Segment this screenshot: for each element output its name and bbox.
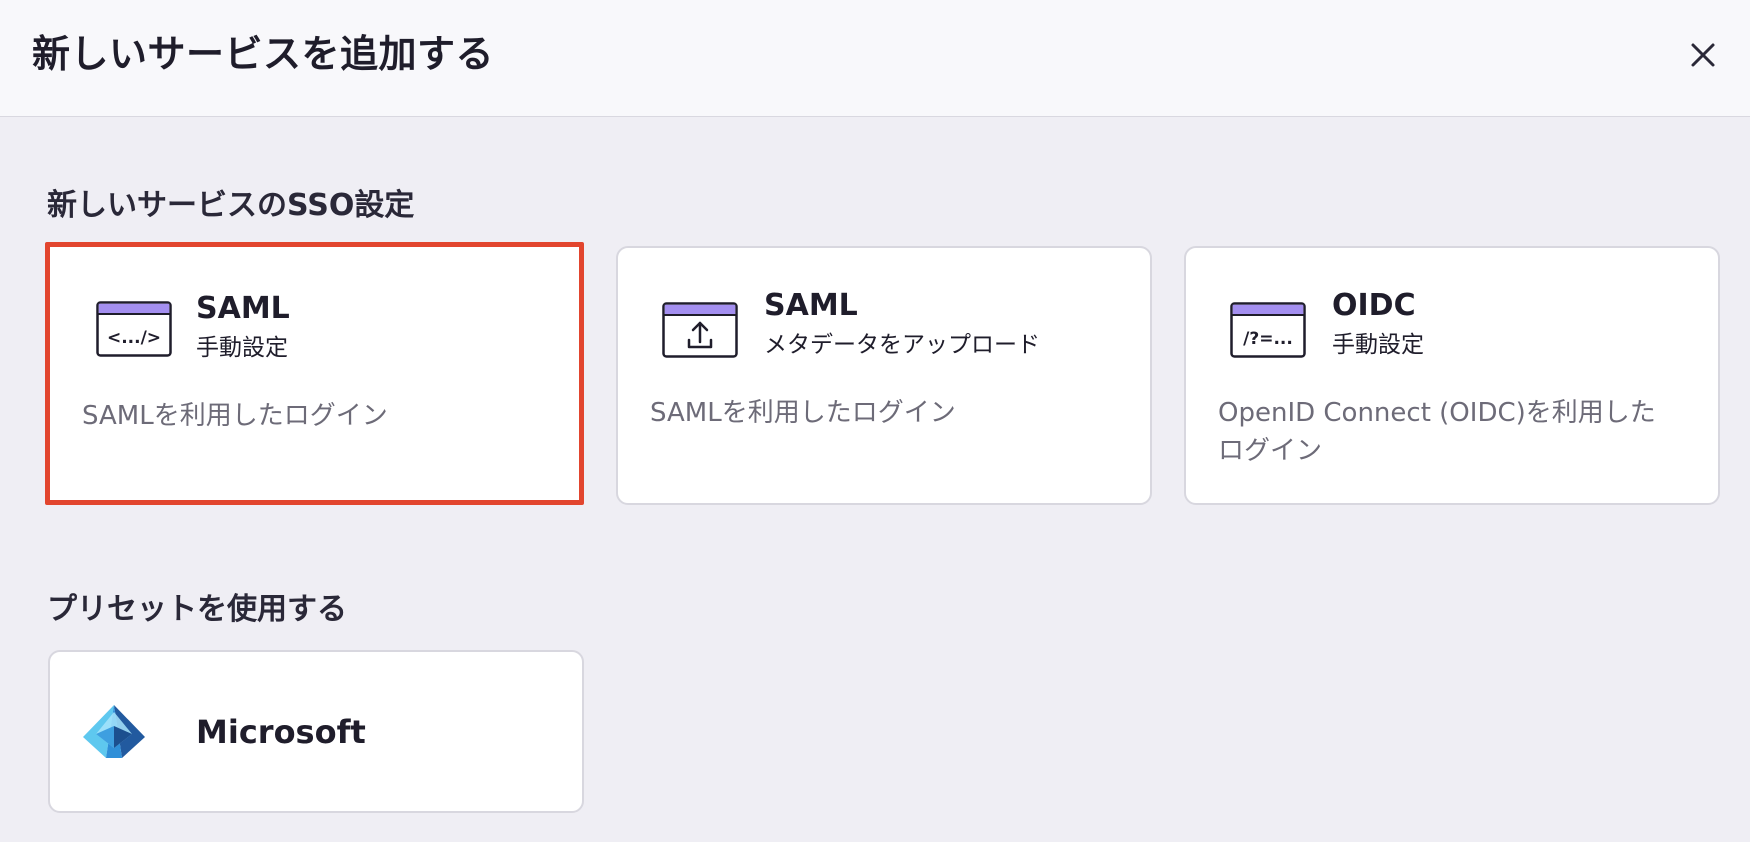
azure-ad-logo-icon: [83, 705, 145, 758]
add-service-dialog: 新しいサービスを追加する 新しいサービスのSSO設定 <.../> SAML 手…: [0, 0, 1750, 842]
card-description: SAMLを利用したログイン: [650, 398, 956, 428]
preset-section-title: プリセットを使用する: [47, 592, 347, 627]
preset-card-microsoft[interactable]: Microsoft: [48, 650, 584, 813]
query-window-icon: /?=...: [1230, 302, 1306, 358]
card-saml-metadata-upload[interactable]: SAML メタデータをアップロード SAMLを利用したログイン: [616, 246, 1152, 505]
card-subtitle: 手動設定: [196, 335, 288, 361]
close-button[interactable]: [1680, 32, 1726, 78]
card-oidc-manual[interactable]: /?=... OIDC 手動設定 OpenID Connect (OIDC)を利…: [1184, 246, 1720, 505]
card-description: SAMLを利用したログイン: [82, 401, 388, 431]
card-description: OpenID Connect (OIDC)を利用したログイン: [1218, 398, 1656, 466]
sso-section-title: 新しいサービスのSSO設定: [47, 188, 415, 223]
dialog-title: 新しいサービスを追加する: [32, 32, 495, 76]
card-title: SAML: [764, 288, 858, 323]
code-glyph: <.../>: [107, 328, 161, 348]
card-saml-manual[interactable]: <.../> SAML 手動設定 SAMLを利用したログイン: [45, 242, 584, 505]
preset-label: Microsoft: [196, 713, 366, 751]
card-title: SAML: [196, 291, 290, 326]
dialog-header: 新しいサービスを追加する: [0, 0, 1750, 117]
upload-window-icon: [662, 302, 738, 358]
card-subtitle: 手動設定: [1332, 332, 1424, 358]
code-window-icon: <.../>: [96, 301, 172, 357]
query-glyph: /?=...: [1243, 329, 1293, 349]
close-icon[interactable]: [1680, 32, 1726, 78]
card-title: OIDC: [1332, 288, 1416, 323]
card-subtitle: メタデータをアップロード: [764, 332, 1040, 358]
